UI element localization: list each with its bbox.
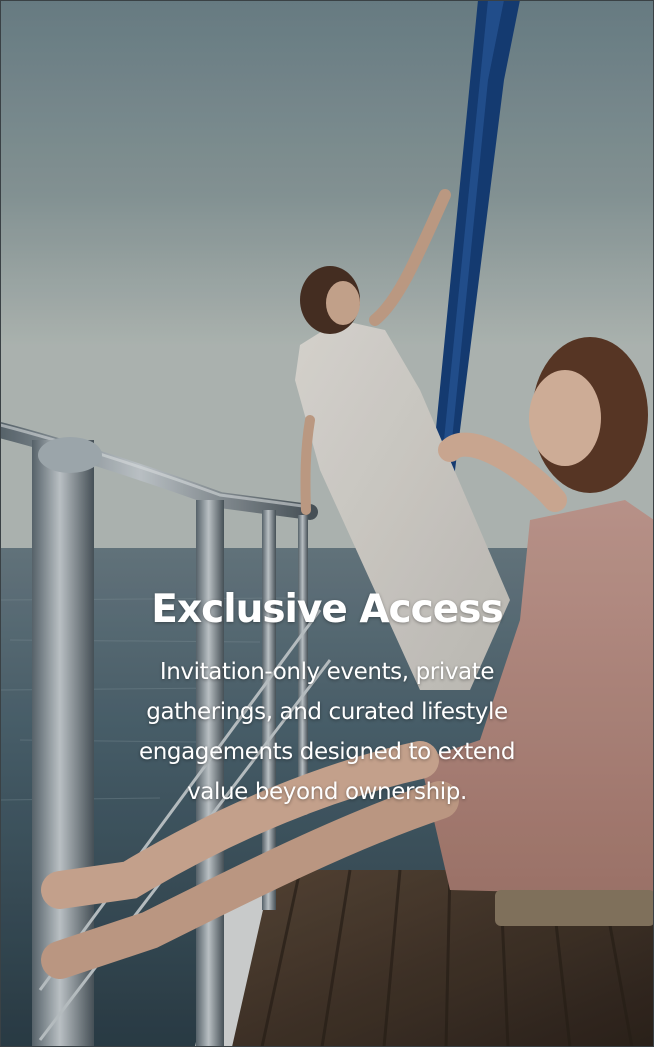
- exclusive-access-card: Exclusive Access Invitation-only events,…: [0, 0, 654, 1047]
- card-description: Invitation-only events, private gatherin…: [138, 659, 516, 805]
- card-copy: Exclusive Access Invitation-only events,…: [0, 582, 654, 812]
- yacht-lifestyle-photo: [0, 0, 654, 1047]
- card-title: Exclusive Access: [151, 587, 503, 632]
